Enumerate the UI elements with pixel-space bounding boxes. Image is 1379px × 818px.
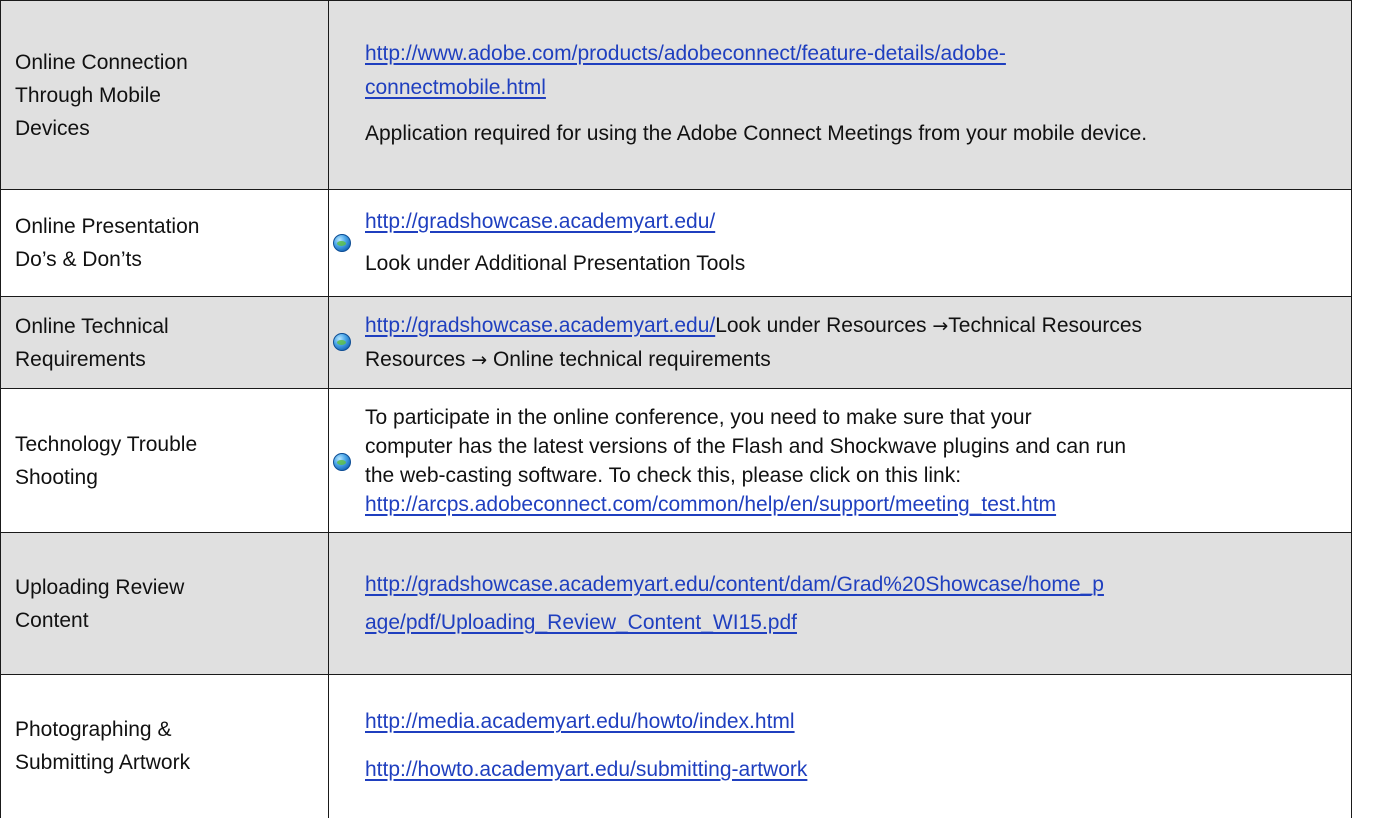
- row-content: http://gradshowcase.academyart.edu/Look …: [328, 296, 1352, 389]
- note-part-3: Online technical requirements: [487, 347, 771, 371]
- row-label-text: Photographing & Submitting Artwork: [15, 718, 191, 775]
- text-line-1: To participate in the online conference,…: [365, 405, 1032, 429]
- row-content: http://media.academyart.edu/howto/index.…: [328, 674, 1352, 818]
- row-content: http://gradshowcase.academyart.edu/ Look…: [328, 189, 1352, 297]
- submitting-artwork-link[interactable]: http://howto.academyart.edu/submitting-a…: [365, 758, 807, 781]
- arrow-right-icon: →: [932, 314, 949, 337]
- row-label: Online Presentation Do’s & Don’ts: [0, 189, 329, 297]
- link-line-2: connectmobile.html: [365, 76, 546, 99]
- link-line-2: age/pdf/Uploading_Review_Content_WI15.pd…: [365, 610, 797, 634]
- table-row: Photographing & Submitting Artwork http:…: [0, 674, 1352, 818]
- link-line-1: http://www.adobe.com/products/adobeconne…: [365, 42, 1006, 65]
- row-label: Online Technical Requirements: [0, 296, 329, 389]
- text-line-2: computer has the latest versions of the …: [365, 434, 1127, 458]
- uploading-review-content-link[interactable]: http://gradshowcase.academyart.edu/conte…: [365, 573, 1104, 634]
- row-content: http://www.adobe.com/products/adobeconne…: [328, 0, 1352, 190]
- row-label: Photographing & Submitting Artwork: [0, 674, 329, 818]
- table-row: Online Presentation Do’s & Don’ts http:/…: [0, 189, 1352, 297]
- media-howto-link[interactable]: http://media.academyart.edu/howto/index.…: [365, 710, 795, 733]
- row-label-text: Technology Trouble Shooting: [15, 432, 198, 489]
- table-row: Uploading Review Content http://gradshow…: [0, 532, 1352, 675]
- arrow-right-icon: →: [471, 348, 488, 371]
- globe-icon: [333, 234, 351, 252]
- adobe-connect-mobile-link[interactable]: http://www.adobe.com/products/adobeconne…: [365, 42, 1006, 99]
- gradshowcase-link[interactable]: http://gradshowcase.academyart.edu/: [365, 314, 715, 337]
- note-part-2b: Resources: [365, 347, 472, 371]
- resources-table: Online Connection Through Mobile Devices…: [0, 0, 1352, 818]
- row-content: To participate in the online conference,…: [328, 388, 1352, 533]
- row-content: http://gradshowcase.academyart.edu/conte…: [328, 532, 1352, 675]
- row-label: Uploading Review Content: [0, 532, 329, 675]
- globe-icon: [333, 453, 351, 471]
- row-label-text: Uploading Review Content: [15, 575, 185, 632]
- table-row: Technology Trouble Shooting To participa…: [0, 388, 1352, 533]
- row-note: Application required for using the Adobe…: [365, 122, 1148, 145]
- row-label-text: Online Technical Requirements: [15, 314, 169, 371]
- text-line-3: the web-casting software. To check this,…: [365, 463, 962, 487]
- note-part-2: Technical Resources: [948, 313, 1143, 337]
- row-label: Technology Trouble Shooting: [0, 388, 329, 533]
- gradshowcase-link[interactable]: http://gradshowcase.academyart.edu/: [365, 210, 715, 233]
- table-row: Online Technical Requirements http://gra…: [0, 296, 1352, 389]
- table-row: Online Connection Through Mobile Devices…: [0, 0, 1352, 190]
- row-note: Look under Additional Presentation Tools: [365, 252, 746, 275]
- row-label-text: Online Connection Through Mobile Devices: [15, 50, 188, 140]
- globe-icon: [333, 333, 351, 351]
- meeting-test-link[interactable]: http://arcps.adobeconnect.com/common/hel…: [365, 493, 1056, 516]
- row-label: Online Connection Through Mobile Devices: [0, 0, 329, 190]
- row-label-text: Online Presentation Do’s & Don’ts: [15, 215, 200, 271]
- link-line-1: http://gradshowcase.academyart.edu/conte…: [365, 572, 1104, 596]
- note-part-1: Look under Resources: [715, 313, 933, 337]
